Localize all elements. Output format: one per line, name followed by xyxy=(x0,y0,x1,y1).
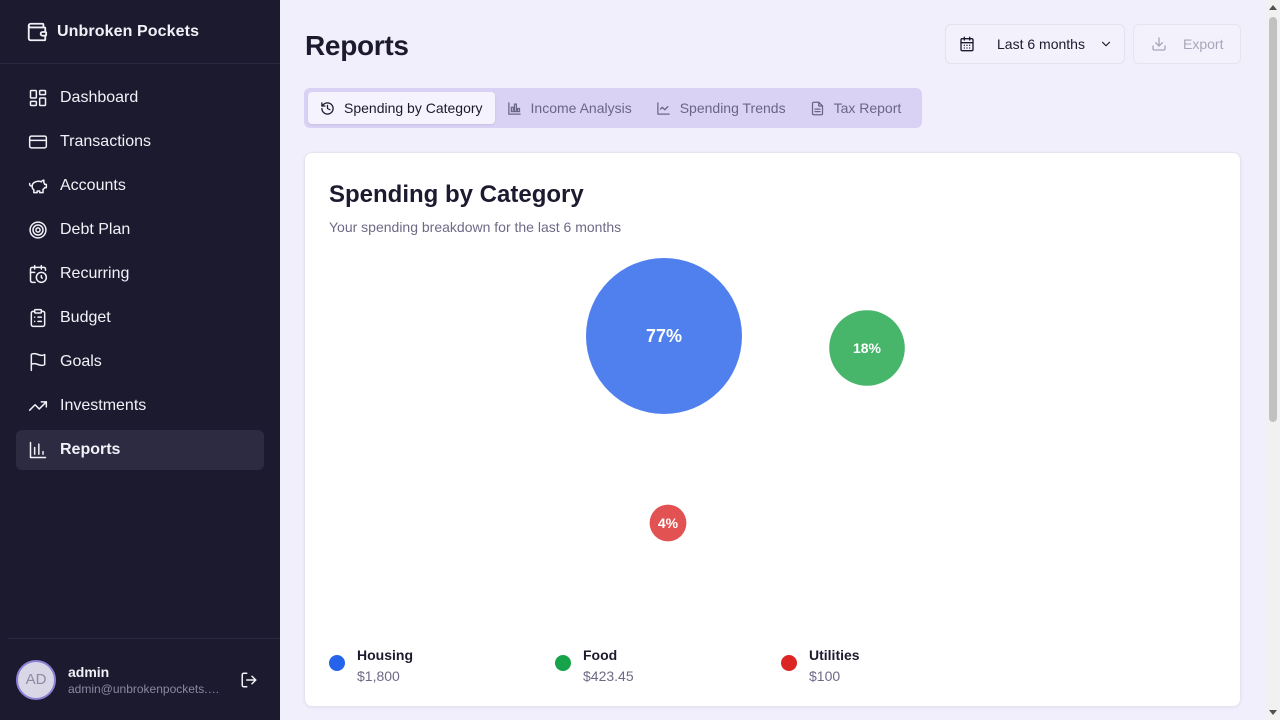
calendar-icon xyxy=(960,36,974,52)
sidebar-item-label: Recurring xyxy=(60,265,130,282)
legend-dot xyxy=(329,655,345,671)
layout-dashboard-icon xyxy=(28,88,48,108)
legend-item-housing: Housing $1,800 xyxy=(329,647,555,684)
user-email: admin@unbrokenpockets.com xyxy=(68,681,220,696)
avatar[interactable]: AD xyxy=(16,659,56,700)
sidebar-item-goals[interactable]: Goals xyxy=(16,342,264,382)
bubble-label-housing: 77% xyxy=(646,326,682,346)
piggy-bank-icon xyxy=(28,176,48,196)
page-scrollbar[interactable] xyxy=(1266,0,1280,720)
scroll-down-arrow-icon[interactable] xyxy=(1269,710,1277,715)
sidebar-item-transactions[interactable]: Transactions xyxy=(16,122,264,162)
bubble-chart: 77% 18% 4% xyxy=(586,258,905,542)
date-range-select[interactable]: Last 6 months xyxy=(945,24,1125,64)
history-icon xyxy=(321,101,334,115)
tab-label: Spending Trends xyxy=(679,100,786,116)
brand[interactable]: Unbroken Pockets xyxy=(0,0,280,64)
export-label: Export xyxy=(1183,36,1224,52)
report-tabs: Spending by Category Income Analysis Spe… xyxy=(304,88,922,128)
sidebar-item-investments[interactable]: Investments xyxy=(16,386,264,426)
legend-name: Food xyxy=(583,647,618,663)
export-button[interactable]: Export xyxy=(1133,24,1241,64)
sidebar-item-debt-plan[interactable]: Debt Plan xyxy=(16,210,264,250)
legend-value: $1,800 xyxy=(357,668,400,684)
bubble-label-utilities: 4% xyxy=(658,515,679,531)
tab-income-analysis[interactable]: Income Analysis xyxy=(495,92,644,124)
target-icon xyxy=(28,220,48,240)
sidebar-item-label: Accounts xyxy=(60,177,126,194)
flag-icon xyxy=(28,352,48,372)
wallet-icon xyxy=(27,22,48,41)
tab-label: Income Analysis xyxy=(530,100,632,116)
sidebar-item-label: Budget xyxy=(60,309,111,326)
sidebar-item-label: Dashboard xyxy=(60,89,139,106)
legend-item-utilities: Utilities $100 xyxy=(781,647,1007,684)
legend-name: Housing xyxy=(357,647,413,663)
tab-spending-trends[interactable]: Spending Trends xyxy=(644,92,798,124)
legend-dot xyxy=(555,655,571,671)
logout-icon[interactable] xyxy=(240,671,258,689)
clipboard-list-icon xyxy=(28,308,48,328)
sidebar-item-reports[interactable]: Reports xyxy=(16,430,264,470)
bar-chart-icon xyxy=(507,101,521,115)
legend-value: $423.45 xyxy=(583,668,634,684)
user-name: admin xyxy=(68,663,110,680)
sidebar-item-recurring[interactable]: Recurring xyxy=(16,254,264,294)
main-content: Reports Last 6 months Export Spending by… xyxy=(280,0,1266,720)
calendar-clock-icon xyxy=(28,264,48,284)
legend-value: $100 xyxy=(809,668,841,684)
brand-name: Unbroken Pockets xyxy=(57,22,200,40)
sidebar-nav: Dashboard Transactions Accounts Debt Pla… xyxy=(0,64,280,470)
bubble-label-food: 18% xyxy=(853,340,882,356)
legend-dot xyxy=(781,655,797,671)
sidebar-item-label: Goals xyxy=(60,353,102,370)
sidebar-item-label: Investments xyxy=(60,397,147,414)
sidebar-item-budget[interactable]: Budget xyxy=(16,298,264,338)
user-panel: AD admin admin@unbrokenpockets.com xyxy=(8,638,280,720)
date-range-value: Last 6 months xyxy=(997,36,1085,52)
sidebar-item-label: Debt Plan xyxy=(60,221,131,238)
tab-tax-report[interactable]: Tax Report xyxy=(798,92,914,124)
tab-spending-by-category[interactable]: Spending by Category xyxy=(308,92,495,124)
scroll-up-arrow-icon[interactable] xyxy=(1269,5,1277,10)
page-title: Reports xyxy=(305,30,409,61)
tab-label: Spending by Category xyxy=(344,100,483,116)
chart-legend: Housing $1,800 Food $423.45 Utilities $1… xyxy=(329,647,1007,684)
sidebar-item-accounts[interactable]: Accounts xyxy=(16,166,264,206)
chevron-down-icon xyxy=(1101,41,1111,47)
trending-up-icon xyxy=(28,396,48,416)
bar-chart-icon xyxy=(28,440,48,460)
legend-item-food: Food $423.45 xyxy=(555,647,781,684)
scroll-thumb[interactable] xyxy=(1269,17,1277,422)
legend-name: Utilities xyxy=(809,647,860,663)
spending-card: Spending by Category Your spending break… xyxy=(304,152,1241,707)
sidebar-item-label: Transactions xyxy=(60,133,151,150)
user-info: admin admin@unbrokenpockets.com xyxy=(68,664,220,696)
download-icon xyxy=(1152,37,1166,51)
sidebar-item-dashboard[interactable]: Dashboard xyxy=(16,78,264,118)
tab-label: Tax Report xyxy=(833,100,902,116)
sidebar: Unbroken Pockets Dashboard Transactions … xyxy=(0,0,280,720)
file-text-icon xyxy=(811,101,823,115)
sidebar-item-label: Reports xyxy=(60,441,121,458)
line-chart-icon xyxy=(656,101,670,115)
credit-card-icon xyxy=(28,132,48,152)
